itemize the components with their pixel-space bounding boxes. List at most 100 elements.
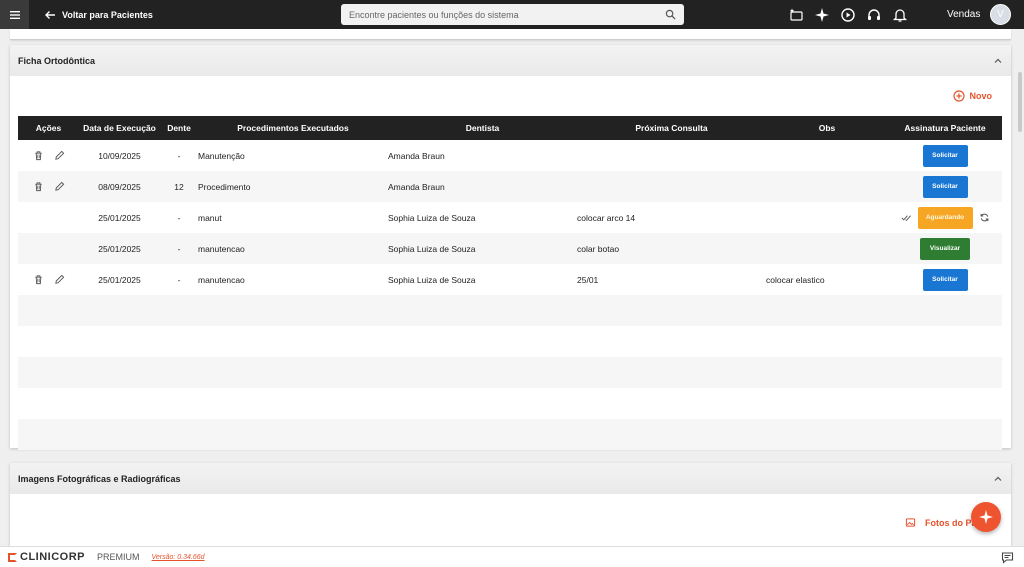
cell-date: 25/01/2025	[79, 264, 160, 295]
sparkle-button[interactable]	[812, 5, 831, 24]
empty-row	[18, 357, 1002, 388]
bell-icon	[892, 8, 907, 22]
brand-name: CLINICORP	[20, 551, 85, 563]
plan-label: PREMIUM	[97, 552, 140, 562]
support-button[interactable]	[864, 5, 883, 24]
notifications-button[interactable]	[890, 5, 909, 24]
search-box	[341, 4, 684, 25]
cell-obs	[766, 233, 888, 264]
cell-next: 25/01	[577, 264, 766, 295]
user-name[interactable]: Vendas	[947, 9, 980, 20]
cell-dentist: Sophia Luiza de Souza	[388, 202, 577, 233]
cell-obs: colocar elastico	[766, 264, 888, 295]
novo-button[interactable]: Novo	[952, 90, 993, 102]
aguardando-button[interactable]: Aguardando	[917, 206, 973, 229]
logo-mark	[8, 552, 17, 562]
sparkle-icon	[979, 510, 993, 524]
empty-row	[18, 326, 1002, 357]
col-assinatura: Assinatura Paciente	[888, 116, 1002, 140]
cell-next	[577, 171, 766, 202]
cell-tooth: 12	[160, 171, 198, 202]
arrow-left-icon	[45, 10, 55, 19]
chevron-up-icon[interactable]	[993, 474, 1003, 484]
col-dente: Dente	[160, 116, 198, 140]
cell-dentist: Sophia Luiza de Souza	[388, 264, 577, 295]
col-proxima-consulta: Próxima Consulta	[577, 116, 766, 140]
novo-label: Novo	[969, 91, 993, 101]
sparkle-icon	[814, 7, 829, 22]
imagens-title: Imagens Fotográficas e Radiográficas	[18, 473, 181, 484]
cell-date: 25/01/2025	[79, 202, 160, 233]
cell-tooth: -	[160, 264, 198, 295]
cell-dentist: Sophia Luiza de Souza	[388, 233, 577, 264]
search-input[interactable]	[349, 9, 665, 20]
table-header-row: Ações Data de Execução Dente Procediment…	[18, 116, 1002, 140]
image-icon	[905, 518, 916, 527]
col-obs: Obs	[766, 116, 888, 140]
chat-icon[interactable]	[1001, 551, 1014, 564]
collapsed-panel-edge	[10, 29, 1011, 40]
ficha-panel-header[interactable]: Ficha Ortodôntica	[10, 45, 1011, 76]
pencil-icon[interactable]	[54, 274, 65, 285]
cell-procedure: Manutenção	[198, 140, 388, 171]
video-button[interactable]	[838, 5, 857, 24]
solicitar-button[interactable]: Solicitar	[922, 175, 968, 198]
page-scrollbar[interactable]	[1018, 72, 1022, 132]
pencil-icon[interactable]	[54, 181, 65, 192]
trash-icon[interactable]	[33, 181, 44, 192]
cell-date: 25/01/2025	[79, 233, 160, 264]
empty-row	[18, 388, 1002, 419]
cell-next	[577, 140, 766, 171]
ai-chat-button[interactable]	[786, 5, 805, 24]
play-circle-icon	[840, 7, 855, 22]
cell-obs	[766, 202, 888, 233]
trash-icon[interactable]	[33, 274, 44, 285]
version-link[interactable]: Versão: 0.34.66d	[152, 554, 205, 561]
ficha-ortodontica-panel: Ficha Ortodôntica Novo Ações Data de Exe…	[10, 45, 1011, 450]
table-row: 10/09/2025 - Manutenção Amanda Braun Sol…	[18, 140, 1002, 171]
cell-obs	[766, 171, 888, 202]
cell-date: 10/09/2025	[79, 140, 160, 171]
table-row: 25/01/2025 - manutencao Sophia Luiza de …	[18, 233, 1002, 264]
col-acoes: Ações	[18, 116, 79, 140]
footer: CLINICORP PREMIUM Versão: 0.34.66d	[0, 546, 1024, 567]
table-row: 25/01/2025 - manutencao Sophia Luiza de …	[18, 264, 1002, 295]
cell-tooth: -	[160, 202, 198, 233]
back-label: Voltar para Pacientes	[62, 9, 153, 20]
ai-assistant-fab[interactable]	[971, 502, 1001, 532]
avatar[interactable]: V	[990, 4, 1011, 25]
ficha-title: Ficha Ortodôntica	[18, 55, 96, 66]
chevron-up-icon[interactable]	[993, 56, 1003, 66]
trash-icon[interactable]	[33, 150, 44, 161]
cell-procedure: manut	[198, 202, 388, 233]
ficha-table: Ações Data de Execução Dente Procediment…	[18, 116, 1002, 450]
search-icon[interactable]	[665, 9, 676, 20]
top-icons	[786, 5, 909, 24]
solicitar-button[interactable]: Solicitar	[922, 144, 968, 167]
col-procedimentos: Procedimentos Executados	[198, 116, 388, 140]
empty-row	[18, 419, 1002, 450]
table-row: 25/01/2025 - manut Sophia Luiza de Souza…	[18, 202, 1002, 233]
cell-dentist: Amanda Braun	[388, 171, 577, 202]
back-to-patients-link[interactable]: Voltar para Pacientes	[44, 9, 153, 21]
sparkle-chat-icon	[789, 8, 803, 21]
col-data-execucao: Data de Execução	[79, 116, 160, 140]
add-circle-icon	[952, 90, 965, 102]
visualizar-button[interactable]: Visualizar	[920, 237, 970, 260]
double-check-icon	[901, 215, 911, 221]
cell-next: colocar arco 14	[577, 202, 766, 233]
cell-date: 08/09/2025	[79, 171, 160, 202]
imagens-panel: Imagens Fotográficas e Radiográficas Fot…	[10, 463, 1011, 546]
top-bar: Voltar para Pacientes Vendas V	[0, 0, 1024, 29]
imagens-panel-header[interactable]: Imagens Fotográficas e Radiográficas	[10, 463, 1011, 494]
hamburger-icon	[9, 10, 20, 19]
cell-obs	[766, 140, 888, 171]
refresh-icon[interactable]	[979, 212, 990, 223]
solicitar-button[interactable]: Solicitar	[922, 268, 968, 291]
pencil-icon[interactable]	[54, 150, 65, 161]
headset-icon	[867, 8, 880, 20]
menu-button[interactable]	[0, 0, 29, 29]
cell-dentist: Amanda Braun	[388, 140, 577, 171]
cell-tooth: -	[160, 233, 198, 264]
cell-tooth: -	[160, 140, 198, 171]
